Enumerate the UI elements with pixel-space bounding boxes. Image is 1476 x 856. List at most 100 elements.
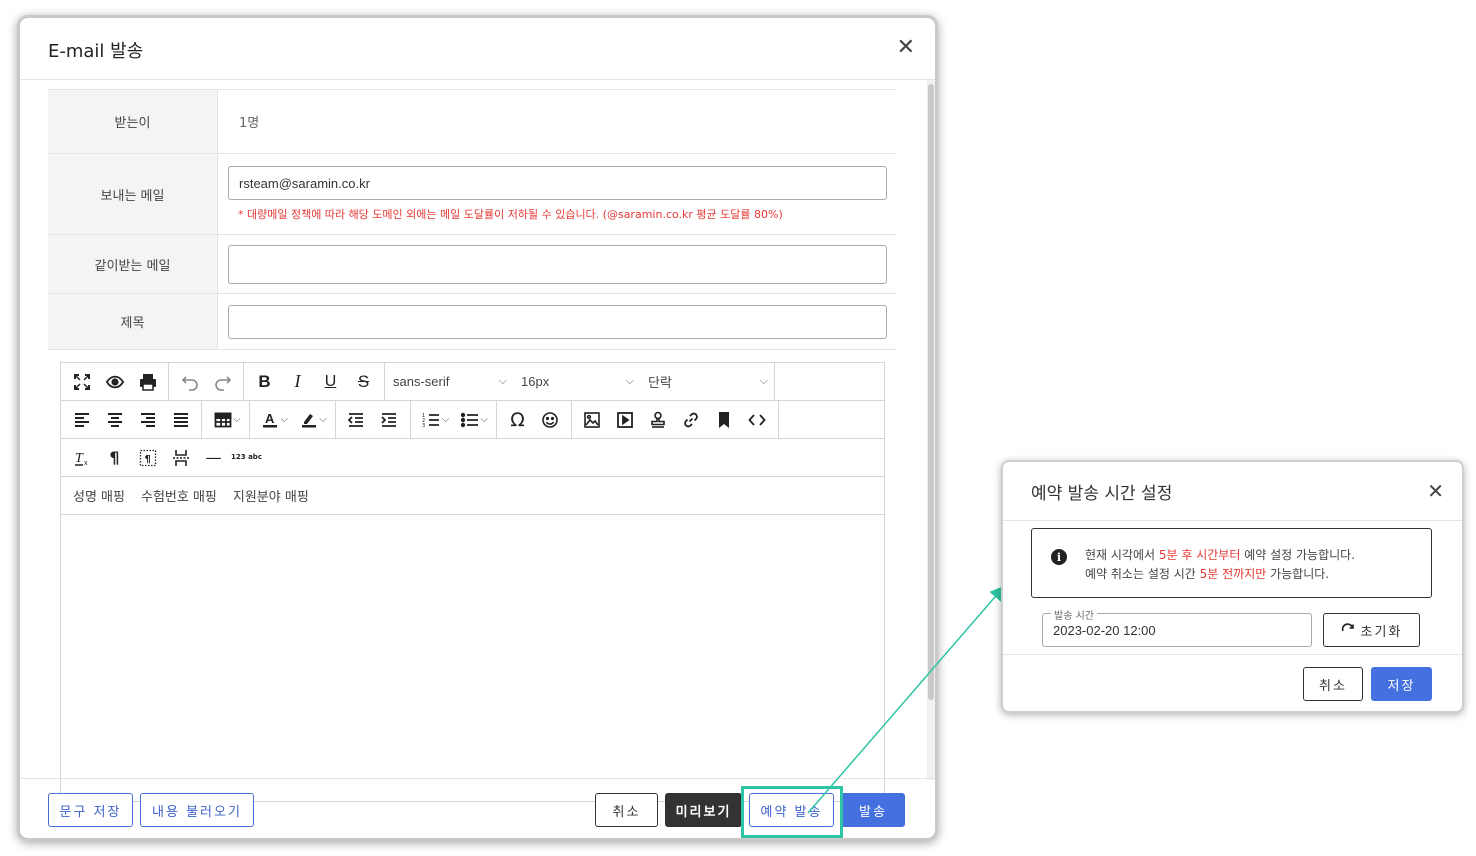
undo-icon[interactable]	[173, 367, 206, 397]
notice-highlight-text: 5분 전까지만	[1199, 567, 1267, 581]
notice-text: 예약 설정 가능합니다.	[1240, 548, 1356, 562]
clear-format-icon[interactable]: Tx	[65, 443, 98, 473]
font-size-value: 16px	[521, 374, 550, 389]
cc-label: 같이받는 메일	[48, 235, 218, 293]
reset-button[interactable]: 초기화	[1323, 613, 1420, 647]
svg-text:x: x	[84, 460, 88, 467]
svg-text:T: T	[75, 451, 84, 466]
page-break-icon[interactable]	[164, 443, 197, 473]
stamp-icon[interactable]	[642, 405, 675, 435]
email-form: 받는이 1명 보내는 메일 rsteam@saramin.co.kr * 대량메…	[48, 89, 897, 350]
preview-button[interactable]: 미리보기	[665, 793, 742, 827]
send-time-label: 발송 시간	[1051, 607, 1097, 622]
load-content-button[interactable]: 내용 불러오기	[140, 793, 254, 827]
align-justify-icon[interactable]	[164, 405, 197, 435]
align-center-icon[interactable]	[98, 405, 131, 435]
field-mapping-button[interactable]: 지원분야 매핑	[233, 486, 309, 505]
svg-text:A: A	[265, 411, 275, 426]
chevron-down-icon[interactable]: ⌵	[233, 414, 241, 425]
strikethrough-icon[interactable]: S	[347, 367, 380, 397]
spell-check-icon[interactable]: 123 abc	[230, 443, 263, 473]
modal-scrollbar[interactable]	[927, 80, 935, 780]
recipients-row: 받는이 1명	[48, 89, 897, 154]
toolbar-row-2: ⌵ A ⌵ ⌵ 1 2 3 ⌵ ⌵ Ω	[61, 401, 884, 439]
modal-scrollbar-thumb[interactable]	[928, 84, 934, 700]
toolbar-group-font: sans-serif ⌵ 16px ⌵ 단락 ⌵	[385, 363, 775, 400]
sender-row: 보내는 메일 rsteam@saramin.co.kr * 대량메일 정책에 따…	[48, 154, 897, 235]
align-left-icon[interactable]	[65, 405, 98, 435]
outdent-icon[interactable]	[340, 405, 373, 435]
image-icon[interactable]	[576, 405, 609, 435]
schedule-cancel-button[interactable]: 취소	[1303, 667, 1363, 701]
font-family-value: sans-serif	[393, 374, 450, 389]
underline-icon[interactable]: U	[314, 367, 347, 397]
schedule-modal-header: 예약 발송 시간 설정 ✕	[1003, 462, 1462, 521]
send-time-value: 2023-02-20 12:00	[1053, 623, 1156, 638]
toolbar-row-3: Tx ¶ ¶ — 123 abc	[61, 439, 884, 477]
toolbar-group-align	[61, 401, 202, 438]
horizontal-rule-icon[interactable]: —	[197, 443, 230, 473]
schedule-modal-footer: 취소 저장	[1003, 654, 1462, 711]
print-icon[interactable]	[131, 367, 164, 397]
exam-number-mapping-button[interactable]: 수험번호 매핑	[141, 486, 217, 505]
preview-eye-icon[interactable]	[98, 367, 131, 397]
send-time-field[interactable]: 발송 시간 2023-02-20 12:00	[1042, 607, 1312, 647]
paragraph-value: 단락	[648, 375, 672, 390]
paragraph-mark-icon[interactable]: ¶	[98, 443, 131, 473]
font-size-select[interactable]: 16px ⌵	[513, 367, 640, 397]
name-mapping-button[interactable]: 성명 매핑	[73, 486, 125, 505]
redo-icon[interactable]	[206, 367, 239, 397]
cc-value-cell	[218, 235, 897, 293]
schedule-modal-title: 예약 발송 시간 설정	[1031, 484, 1173, 504]
paragraph-select[interactable]: 단락 ⌵	[640, 367, 774, 397]
subject-input[interactable]	[228, 304, 887, 339]
notice-text: 예약 취소는 설정 시간	[1085, 567, 1200, 581]
email-modal: E-mail 발송 ✕ 받는이 1명 보내는 메일 rsteam@saramin…	[20, 18, 935, 838]
chevron-down-icon[interactable]: ⌵	[319, 414, 327, 425]
video-icon[interactable]	[609, 405, 642, 435]
italic-icon[interactable]: I	[281, 367, 314, 397]
cancel-button[interactable]: 취소	[595, 793, 658, 827]
schedule-modal: 예약 발송 시간 설정 ✕ i 현재 시각에서 5분 후 시간부터 예약 설정 …	[1003, 462, 1462, 711]
align-right-icon[interactable]	[131, 405, 164, 435]
toolbar-group-chars: Ω	[497, 401, 572, 438]
cc-email-input[interactable]	[228, 244, 887, 284]
chevron-down-icon[interactable]: ⌵	[480, 414, 488, 425]
indent-icon[interactable]	[373, 405, 406, 435]
emoji-icon[interactable]	[534, 405, 567, 435]
show-blocks-icon[interactable]: ¶	[131, 443, 164, 473]
font-family-select[interactable]: sans-serif ⌵	[385, 367, 513, 397]
editor-content-area[interactable]	[61, 515, 884, 799]
save-phrase-button[interactable]: 문구 저장	[48, 793, 133, 827]
sender-email-input[interactable]: rsteam@saramin.co.kr	[228, 166, 887, 200]
link-icon[interactable]	[675, 405, 708, 435]
reset-button-label: 초기화	[1360, 624, 1403, 640]
stage: E-mail 발송 ✕ 받는이 1명 보내는 메일 rsteam@saramin…	[0, 0, 1476, 856]
chevron-down-icon[interactable]: ⌵	[442, 414, 450, 425]
toolbar-row-1: B I U S sans-serif ⌵ 16px ⌵ 단락 ⌵	[61, 363, 884, 401]
fullscreen-icon[interactable]	[65, 367, 98, 397]
email-modal-close-icon[interactable]: ✕	[897, 36, 915, 60]
bookmark-icon[interactable]	[708, 405, 741, 435]
toolbar-group-color: A ⌵ ⌵	[250, 401, 336, 438]
special-char-icon[interactable]: Ω	[501, 405, 534, 435]
subject-row: 제목	[48, 294, 897, 350]
schedule-save-button[interactable]: 저장	[1371, 667, 1432, 701]
cc-row: 같이받는 메일	[48, 235, 897, 294]
email-modal-header: E-mail 발송 ✕	[20, 18, 935, 80]
recipients-count: 1명	[239, 116, 260, 131]
recipients-value-cell: 1명	[218, 90, 897, 153]
mapping-row: 성명 매핑 수험번호 매핑 지원분야 매핑	[61, 477, 884, 515]
notice-text: 가능합니다.	[1266, 567, 1330, 581]
notice-line-1: 현재 시각에서 5분 후 시간부터 예약 설정 가능합니다.	[1085, 546, 1355, 563]
bold-icon[interactable]: B	[248, 367, 281, 397]
recipients-label: 받는이	[48, 90, 218, 153]
chevron-down-icon: ⌵	[759, 375, 768, 387]
chevron-down-icon[interactable]: ⌵	[281, 414, 289, 425]
code-view-icon[interactable]	[741, 405, 774, 435]
schedule-modal-close-icon[interactable]: ✕	[1427, 479, 1444, 503]
send-button[interactable]: 발송	[841, 793, 905, 827]
svg-text:3: 3	[422, 423, 425, 429]
sender-value-cell: rsteam@saramin.co.kr * 대량메일 정책에 따라 해당 도메…	[218, 154, 897, 234]
schedule-send-highlight	[741, 786, 843, 838]
